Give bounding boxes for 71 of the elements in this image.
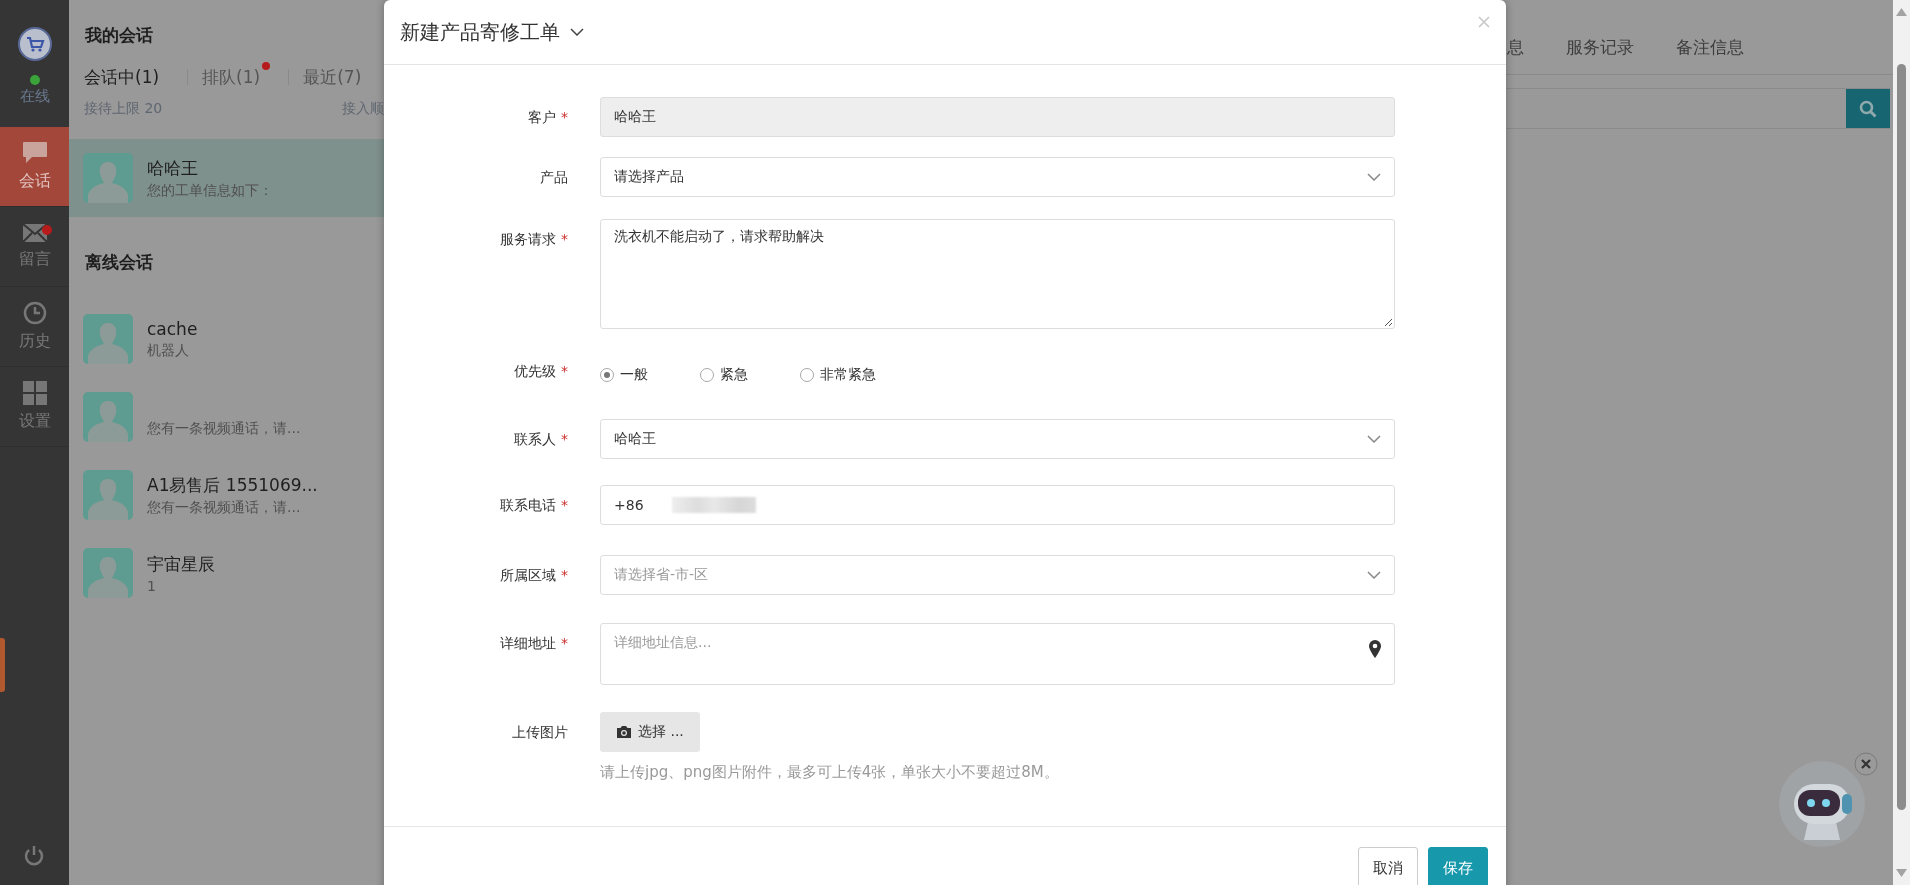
- save-button[interactable]: 保存: [1428, 847, 1488, 885]
- detail-tab[interactable]: 息: [1507, 36, 1524, 74]
- search-button[interactable]: [1846, 89, 1890, 128]
- field-label: 所属区域: [500, 567, 556, 583]
- conversation-tab[interactable]: 最近(7): [303, 65, 362, 89]
- chevron-down-icon: [1367, 173, 1381, 181]
- select-field[interactable]: 请选择省-市-区: [600, 555, 1395, 595]
- required-mark: *: [561, 363, 568, 379]
- field-label: 上传图片: [512, 724, 568, 740]
- request-textarea[interactable]: 洗衣机不能启动了，请求帮助解决: [600, 219, 1395, 329]
- conversation-item[interactable]: 您有一条视频通话，请...: [69, 378, 384, 456]
- required-mark: *: [561, 431, 568, 447]
- radio-label[interactable]: 一般: [620, 366, 648, 384]
- section-title: 离线会话: [84, 251, 154, 274]
- select-field[interactable]: 哈哈王: [600, 419, 1395, 459]
- customer-field: 哈哈王: [600, 97, 1395, 137]
- close-icon[interactable]: [1854, 752, 1878, 776]
- upload-hint: 请上传jpg、png图片附件，最多可上传4张，单张大小不要超过8M。: [600, 763, 1060, 782]
- clock-icon: [22, 301, 47, 325]
- grid-icon: [22, 381, 47, 405]
- chevron-down-icon: [1367, 571, 1381, 579]
- avatar-icon: [83, 470, 133, 520]
- scroll-down-icon[interactable]: [1896, 869, 1907, 877]
- conversation-item[interactable]: 哈哈王 您的工单信息如下：: [69, 139, 384, 217]
- address-field[interactable]: 详细地址信息...: [600, 623, 1395, 685]
- avatar-icon: [83, 548, 133, 598]
- camera-icon: [616, 725, 632, 739]
- detail-tab[interactable]: 服务记录: [1566, 36, 1634, 74]
- radio-label[interactable]: 紧急: [720, 366, 748, 384]
- radio-label[interactable]: 非常紧急: [820, 366, 876, 384]
- avatar-icon: [83, 314, 133, 364]
- required-mark: *: [561, 497, 568, 513]
- resize-grip-icon[interactable]: [1384, 318, 1392, 326]
- envelope-icon: [21, 223, 48, 243]
- status-label: 在线: [19, 87, 50, 106]
- cancel-button[interactable]: 取消: [1358, 847, 1418, 885]
- field-label: 联系人: [514, 431, 556, 447]
- select-field[interactable]: 请选择产品: [600, 157, 1395, 197]
- phone-field[interactable]: +86: [600, 485, 1395, 525]
- dialog-title: 新建产品寄修工单: [400, 18, 560, 46]
- search-icon: [1859, 99, 1877, 118]
- location-pin-icon[interactable]: [1369, 640, 1381, 658]
- chat-icon: [21, 141, 48, 165]
- required-mark: *: [561, 231, 568, 247]
- robot-drawing[interactable]: [1778, 760, 1866, 848]
- avatar-icon: [83, 392, 133, 442]
- choose-file-button[interactable]: 选择 ...: [600, 712, 700, 752]
- chevron-down-icon: [570, 28, 584, 36]
- scrollbar-thumb[interactable]: [1897, 64, 1906, 810]
- field-label: 优先级: [514, 363, 556, 379]
- required-mark: *: [561, 635, 568, 651]
- power-icon[interactable]: [23, 845, 45, 867]
- field-label: 服务请求: [500, 231, 556, 247]
- panel-title: 我的会话: [84, 24, 154, 47]
- sidebar-item[interactable]: 会话: [0, 127, 69, 207]
- conversation-tab[interactable]: 会话中(1): [84, 65, 160, 89]
- conversation-item[interactable]: A1易售后 1551069... 您有一条视频通话，请...: [69, 456, 384, 534]
- field-label: 详细地址: [500, 635, 556, 651]
- field-label: 联系电话: [500, 497, 556, 513]
- avatar-icon: [83, 153, 133, 203]
- required-mark: *: [561, 109, 568, 125]
- conversation-tab[interactable]: 排队(1): [202, 66, 261, 87]
- field-label: 产品: [540, 169, 568, 185]
- conversation-item[interactable]: cache 机器人: [69, 300, 384, 378]
- required-mark: *: [561, 567, 568, 583]
- field-label: 客户: [528, 109, 556, 125]
- cart-logo-icon: [17, 27, 52, 61]
- detail-tab[interactable]: 备注信息: [1676, 36, 1744, 74]
- conversation-item[interactable]: 宇宙星辰 1: [69, 534, 384, 612]
- chevron-down-icon: [1367, 435, 1381, 443]
- scroll-up-icon[interactable]: [1896, 8, 1907, 16]
